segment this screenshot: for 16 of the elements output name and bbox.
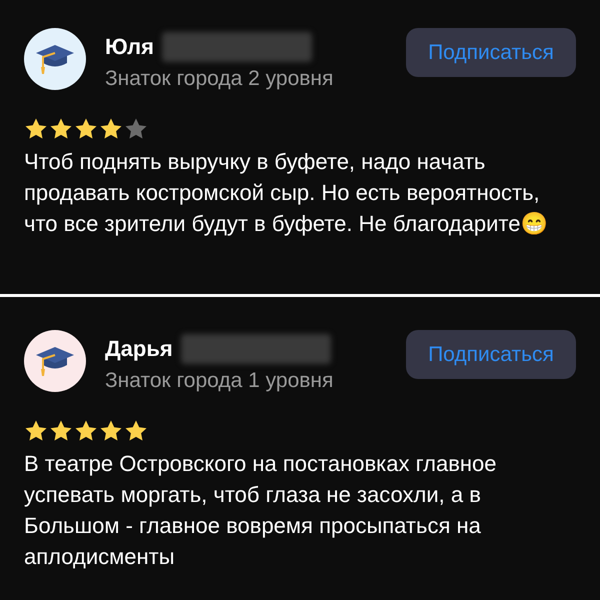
star-icon — [24, 419, 48, 443]
review-text: Чтоб поднять выручку в буфете, надо начать продавать костромской сыр. Но есть вероятность, что все зрители будут в буфете. Не благодарите😁 — [24, 148, 548, 238]
author-level: Знаток города 1 уровня — [105, 368, 334, 394]
star-icon — [24, 117, 48, 141]
star-icon — [99, 419, 123, 443]
star-icon — [124, 117, 148, 141]
star-icon — [124, 419, 148, 443]
star-icon — [99, 117, 123, 141]
review-text: В театре Островского на постановках главное успевать моргать, чтоб глаза не засохли, а в Большом - главное вовремя просыпаться на аплодисменты — [24, 450, 498, 571]
author-name[interactable]: Юля — [105, 34, 154, 60]
author-level: Знаток города 2 уровня — [105, 66, 334, 92]
star-icon — [49, 419, 73, 443]
author-name[interactable]: Дарья — [105, 336, 173, 362]
star-icon — [74, 117, 98, 141]
star-icon — [74, 419, 98, 443]
star-icon — [49, 117, 73, 141]
